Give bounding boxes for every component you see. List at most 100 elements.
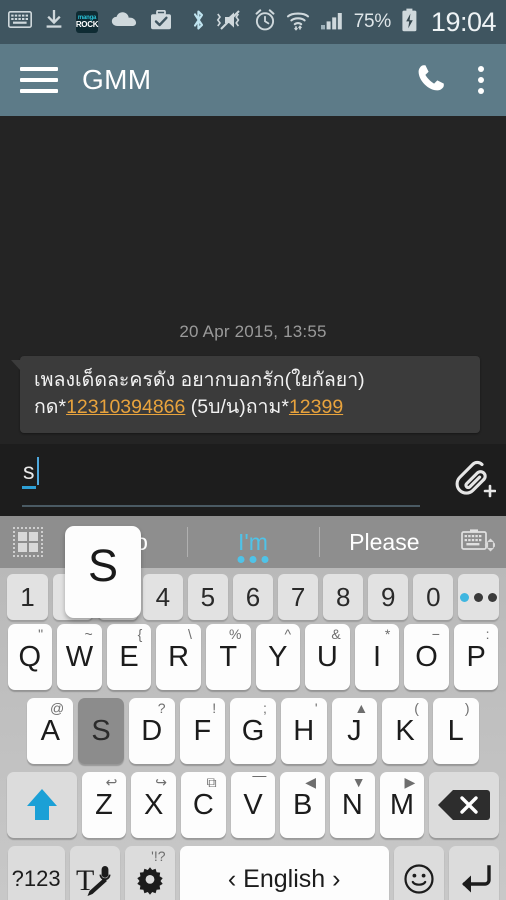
- key-w[interactable]: ~ W: [57, 624, 102, 690]
- key-q[interactable]: " Q: [7, 624, 53, 690]
- key-5[interactable]: 5: [187, 574, 228, 620]
- kebab-menu-icon[interactable]: [478, 66, 484, 94]
- key-p-sup: :: [485, 626, 490, 642]
- paperclip-plus-icon[interactable]: [442, 456, 506, 504]
- key-l[interactable]: ) L: [432, 698, 479, 764]
- keyboard-row-function: ?123 T '!? ‹ English ›: [3, 846, 503, 900]
- key-k-label: K: [395, 714, 415, 747]
- keyboard-settings-key[interactable]: '!?: [124, 846, 175, 900]
- clipboard-grid-icon[interactable]: [0, 527, 56, 557]
- backspace-key[interactable]: [429, 772, 499, 838]
- manga-badge-line2: ROCK: [75, 20, 99, 29]
- hamburger-icon[interactable]: [20, 67, 58, 93]
- key-1[interactable]: 1: [7, 574, 48, 620]
- key-r[interactable]: \ R: [156, 624, 201, 690]
- phone-icon[interactable]: [416, 63, 446, 98]
- key-n[interactable]: ▼ N: [329, 772, 375, 838]
- key-o-sup: −: [431, 626, 440, 642]
- key-a[interactable]: @ A: [27, 698, 74, 764]
- key-y-label: Y: [268, 640, 288, 673]
- key-u-sup: &: [331, 626, 341, 642]
- key-u-label: U: [316, 640, 338, 673]
- battery-percent-label: 75%: [353, 11, 391, 32]
- key-e-sup: {: [137, 626, 143, 642]
- alarm-icon: [254, 8, 276, 36]
- shift-key[interactable]: [7, 772, 77, 838]
- key-a-sup: @: [49, 700, 65, 716]
- key-n-sup: ▼: [351, 774, 366, 790]
- key-k[interactable]: (K: [382, 698, 428, 764]
- phone-link-2[interactable]: 12399: [289, 396, 343, 418]
- key-8[interactable]: 8: [323, 574, 364, 620]
- key-p[interactable]: :P: [453, 624, 499, 690]
- key-x[interactable]: ↪ X: [131, 772, 177, 838]
- key-u[interactable]: & U: [305, 624, 350, 690]
- key-g-label: G: [241, 714, 265, 747]
- key-w-sup: ~: [84, 626, 93, 642]
- key-x-label: X: [144, 788, 164, 821]
- key-z-label: Z: [95, 788, 113, 821]
- key-a-label: A: [40, 714, 60, 747]
- message-line-1: เพลงเด็ดละครดัง อยากบอกรัก(ใยกัลยา): [34, 369, 365, 391]
- mute-vibrate-icon: [216, 9, 244, 36]
- key-i-sup: *: [384, 626, 391, 642]
- key-d[interactable]: ? D: [128, 698, 175, 764]
- handwriting-mic-key[interactable]: T: [69, 846, 120, 900]
- suggestion-item-1[interactable]: I'm: [187, 516, 318, 568]
- key-z-sup: ↩: [105, 774, 118, 790]
- key-g[interactable]: ; G: [230, 698, 276, 764]
- key-preview-popup: S: [65, 526, 141, 618]
- key-i[interactable]: * I: [354, 624, 400, 690]
- key-o-label: O: [415, 640, 438, 673]
- phone-link-1[interactable]: 12310394866: [66, 396, 185, 418]
- key-t-label: T: [219, 640, 238, 673]
- symbols-key[interactable]: ?123: [7, 846, 65, 900]
- key-t[interactable]: % T: [205, 624, 251, 690]
- suggestion-more-dots: [237, 556, 269, 563]
- key-y-sup: ^: [284, 626, 292, 642]
- key-l-label: L: [447, 714, 464, 747]
- key-j[interactable]: ▲ J: [331, 698, 378, 764]
- key-x-sup: ↪: [155, 774, 168, 790]
- emoji-key[interactable]: [393, 846, 444, 900]
- floating-keyboard-icon[interactable]: [450, 528, 506, 556]
- key-7[interactable]: 7: [278, 574, 319, 620]
- enter-key[interactable]: [448, 846, 499, 900]
- more-symbols-key[interactable]: [458, 574, 499, 620]
- key-0[interactable]: 0: [413, 574, 454, 620]
- key-4[interactable]: 4: [142, 574, 183, 620]
- key-v-label: V: [243, 788, 263, 821]
- key-y[interactable]: ^ Y: [255, 624, 301, 690]
- key-q-sup: ": [38, 626, 44, 642]
- key-z[interactable]: ↩ Z: [81, 772, 127, 838]
- key-6[interactable]: 6: [232, 574, 274, 620]
- key-o[interactable]: − O: [404, 624, 449, 690]
- key-m[interactable]: ▶ M: [379, 772, 425, 838]
- on-screen-keyboard: 1 2 3 4 5 6 7 8 9 0 S "Q ~W {E \R %T ^Y …: [0, 526, 506, 900]
- key-e[interactable]: {E: [106, 624, 152, 690]
- key-b[interactable]: ◀ B: [280, 772, 325, 838]
- suggestion-label: Please: [349, 528, 420, 555]
- key-c[interactable]: ⧉ C: [181, 772, 226, 838]
- space-key[interactable]: ‹ English ›: [179, 846, 389, 900]
- message-line-2: กด*12310394866 (5บ/น)ถาม*12399: [34, 394, 466, 421]
- status-bar-left-icons: manga ROCK: [8, 9, 172, 35]
- cloud-icon: [111, 11, 137, 33]
- key-f[interactable]: ! F: [179, 698, 226, 764]
- wifi-icon: [286, 9, 310, 36]
- message-middle: (5บ/น)ถาม*: [185, 396, 289, 418]
- key-h-sup: ': [314, 700, 318, 716]
- key-v[interactable]: ⎺ V: [230, 772, 276, 838]
- text-cursor: [36, 457, 39, 485]
- suggestion-label: I'm: [238, 528, 268, 555]
- key-d-sup: ?: [157, 700, 166, 716]
- suggestion-item-2[interactable]: Please: [318, 516, 450, 568]
- key-m-label: M: [389, 788, 415, 821]
- incoming-message-bubble[interactable]: เพลงเด็ดละครดัง อยากบอกรัก(ใยกัลยา) กด*1…: [11, 356, 480, 433]
- key-h[interactable]: ' H: [280, 698, 327, 764]
- key-9[interactable]: 9: [368, 574, 409, 620]
- key-c-sup: ⧉: [206, 774, 217, 790]
- key-s[interactable]: S: [78, 698, 124, 764]
- key-j-sup: ▲: [354, 700, 369, 716]
- message-input[interactable]: s: [22, 456, 442, 507]
